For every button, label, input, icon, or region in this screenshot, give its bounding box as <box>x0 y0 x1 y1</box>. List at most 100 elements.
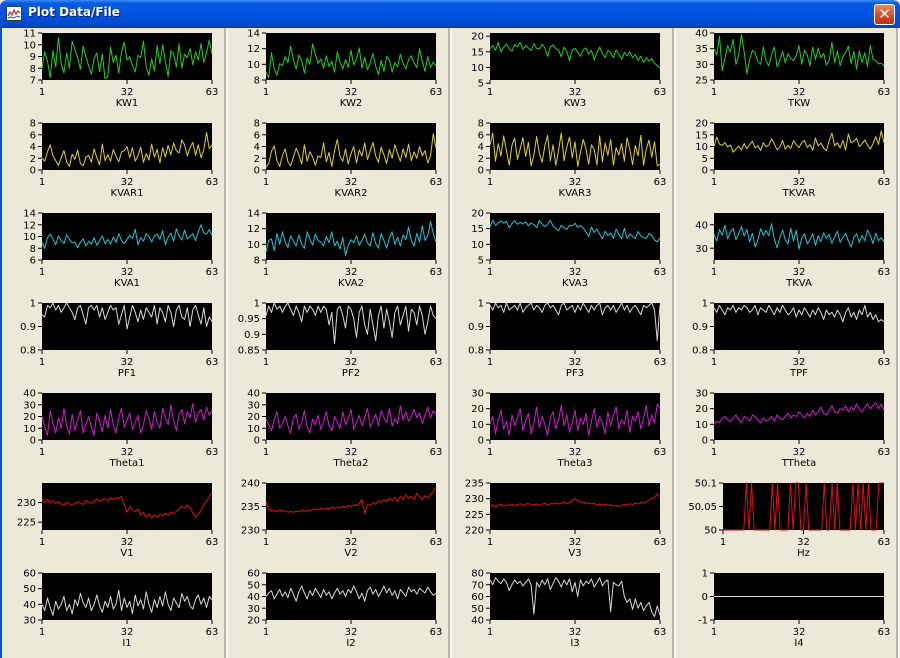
chart-tkw: 40 35 30 251 32 63 TKW <box>695 29 891 110</box>
plot-grid: 11 10 9 8 7 1 32 63 KW1 14 12 10 8 1 32 63 KW2 20 15 10 5 1 32… <box>0 28 900 658</box>
x-tick-label: 32 <box>121 537 134 548</box>
y-tick-label: 2 <box>478 154 484 165</box>
x-tick-label: 63 <box>654 177 667 188</box>
y-tick-label: 15 <box>471 224 484 235</box>
y-tick-label: 50.1 <box>695 479 717 490</box>
y-tick-label: 5 <box>478 79 484 90</box>
plot-area <box>490 483 660 530</box>
y-tick-label: 0.9 <box>20 322 36 333</box>
x-tick-label: 63 <box>430 267 443 278</box>
plot-area <box>714 213 884 260</box>
window-titlebar[interactable]: Plot Data/File ✕ <box>0 0 900 28</box>
x-tick-label: 1 <box>487 357 493 368</box>
chart-tkva: 40 30 1 32 63 TKVA <box>695 213 890 289</box>
y-tick-label: 0.8 <box>20 346 36 357</box>
y-tick-label: 8 <box>254 76 260 87</box>
y-tick-label: 12 <box>23 220 36 231</box>
chart-title: V2 <box>344 548 357 559</box>
y-tick-label: 0 <box>30 166 36 177</box>
y-tick-label: 0 <box>254 436 260 447</box>
x-tick-label: 1 <box>487 177 493 188</box>
x-tick-label: 63 <box>206 627 219 638</box>
y-tick-label: 20 <box>695 119 708 130</box>
x-tick-label: 32 <box>121 267 134 278</box>
plot-panel-v1: 230 225 1 32 63 V1 <box>4 478 228 568</box>
x-tick-label: 1 <box>487 627 493 638</box>
plot-area <box>266 573 436 620</box>
chart-title: TKW <box>787 98 810 109</box>
chart-kw3: 20 15 10 51 32 63 KW3 <box>471 32 666 109</box>
x-tick-label: 63 <box>878 357 891 368</box>
y-tick-label: 14 <box>247 29 260 40</box>
plot-area <box>490 393 660 440</box>
y-tick-label: 25 <box>695 76 708 87</box>
close-button[interactable]: ✕ <box>874 4 895 25</box>
y-tick-label: 30 <box>695 244 708 255</box>
x-tick-label: 63 <box>654 627 667 638</box>
x-tick-label: 32 <box>569 177 582 188</box>
chart-title: I4 <box>794 638 803 649</box>
y-tick-label: 240 <box>241 479 260 490</box>
y-tick-label: 20 <box>247 616 260 627</box>
plot-area <box>42 573 212 620</box>
chart-title: V3 <box>568 548 581 559</box>
x-tick-label: 32 <box>345 177 358 188</box>
y-tick-label: 4 <box>254 142 260 153</box>
chart-title: Hz <box>797 548 810 559</box>
chart-kvar1: 864201 32 63 KVAR1 <box>30 119 219 200</box>
plot-panel-kvar2: 8 6 4 2 0 1 32 63 KVAR2 <box>228 118 452 208</box>
x-tick-label: 32 <box>121 177 134 188</box>
y-tick-label: 40 <box>23 389 36 400</box>
chart-title: V1 <box>120 548 133 559</box>
y-tick-label: 30 <box>247 604 260 615</box>
y-tick-label: 35 <box>695 44 708 55</box>
y-tick-label: 0.8 <box>468 346 484 357</box>
plot-panel-tkw: 40 35 30 25 1 32 63 TKW <box>676 28 900 118</box>
chart-theta3: 30 20 10 01 32 63 Theta3 <box>471 389 667 470</box>
y-tick-label: 50 <box>704 526 717 537</box>
x-tick-label: 63 <box>654 447 667 458</box>
plot-panel-hz: 50.1 50.05 50 1 32 63 Hz <box>676 478 900 568</box>
chart-kva1: 141210861 32 63 KVA1 <box>23 209 218 290</box>
plot-area <box>490 213 660 260</box>
x-tick-label: 63 <box>654 537 667 548</box>
y-tick-label: 0.9 <box>244 330 260 341</box>
plot-panel-tpf: 1 0.9 0.8 1 32 63 TPF <box>676 298 900 388</box>
x-tick-label: 32 <box>121 357 134 368</box>
x-tick-label: 32 <box>121 627 134 638</box>
x-tick-label: 1 <box>39 87 45 98</box>
y-tick-label: 10 <box>23 40 36 51</box>
x-tick-label: 1 <box>711 177 717 188</box>
y-tick-label: 0 <box>702 436 708 447</box>
y-tick-label: 60 <box>23 569 36 580</box>
plot-panel-kvar3: 8 6 4 2 0 1 32 63 KVAR3 <box>452 118 676 208</box>
y-tick-label: 30 <box>247 400 260 411</box>
y-tick-label: 5 <box>702 154 708 165</box>
x-tick-label: 32 <box>793 267 806 278</box>
x-tick-label: 32 <box>793 177 806 188</box>
y-tick-label: 0 <box>30 436 36 447</box>
x-tick-label: 32 <box>345 537 358 548</box>
y-tick-label: 60 <box>471 592 484 603</box>
y-tick-label: 10 <box>23 232 36 243</box>
x-tick-label: 1 <box>711 357 717 368</box>
chart-hz: 50.1 50.05 501 32 63 Hz <box>688 479 891 560</box>
chart-kw2: 14 12 10 81 32 63 KW2 <box>247 29 442 110</box>
y-tick-label: 20 <box>471 209 484 220</box>
window-title: Plot Data/File <box>28 5 120 19</box>
x-tick-label: 1 <box>711 447 717 458</box>
y-tick-label: 1 <box>702 569 708 580</box>
y-tick-label: 40 <box>23 600 36 611</box>
x-tick-label: 63 <box>878 87 891 98</box>
y-tick-label: 1 <box>478 299 484 310</box>
x-tick-label: 32 <box>345 357 358 368</box>
x-tick-label: 63 <box>878 537 891 548</box>
y-tick-label: 225 <box>465 510 484 521</box>
plot-panel-kva3: 20 15 10 5 1 32 63 KVA3 <box>452 208 676 298</box>
y-tick-label: 12 <box>247 44 260 55</box>
chart-theta2: 4030201001 32 63 Theta2 <box>247 389 442 470</box>
x-tick-label: 1 <box>711 87 717 98</box>
y-tick-label: 230 <box>241 526 260 537</box>
y-tick-label: 30 <box>695 389 708 400</box>
plot-panel-pf3: 1 0.9 0.8 1 32 63 PF3 <box>452 298 676 388</box>
